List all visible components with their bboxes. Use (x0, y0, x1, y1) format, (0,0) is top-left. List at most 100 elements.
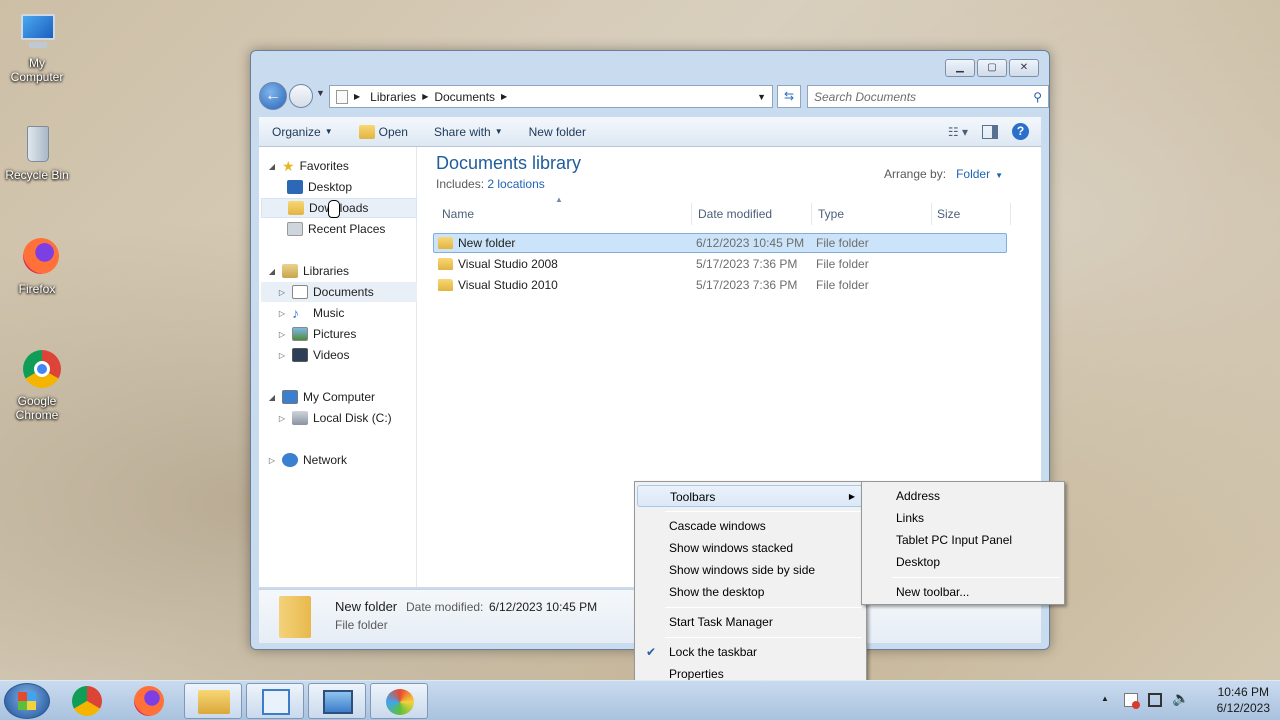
nav-music[interactable]: ▷ ♪ Music (277, 303, 433, 323)
column-header-date[interactable]: Date modified (692, 203, 812, 225)
back-button[interactable]: ← (259, 82, 287, 110)
start-button[interactable] (4, 683, 50, 719)
breadcrumb-sep-icon[interactable]: ▶ (501, 92, 507, 101)
taskbar-control-panel[interactable] (246, 683, 304, 719)
taskbar-paint[interactable] (370, 683, 428, 719)
search-placeholder: Search Documents (814, 90, 917, 104)
refresh-button[interactable]: ⇆ (777, 85, 801, 108)
music-icon: ♪ (292, 305, 299, 321)
expand-arrow-icon[interactable]: ▷ (277, 309, 287, 318)
sort-up-icon: ▲ (555, 195, 563, 204)
nav-documents[interactable]: ▷ Documents (261, 282, 417, 302)
desktop-icon-label: Firefox (18, 282, 56, 296)
downloads-folder-icon (288, 201, 304, 215)
expand-arrow-icon[interactable]: ▷ (277, 414, 287, 423)
nav-favorites[interactable]: ◢ ★ Favorites (267, 156, 423, 176)
nav-network[interactable]: ▷ Network (267, 450, 423, 470)
taskbar-chrome[interactable] (58, 683, 116, 719)
desktop-icon-my-computer[interactable]: My Computer (4, 10, 70, 84)
chrome-icon (15, 348, 61, 392)
breadcrumb-sep-icon[interactable]: ▶ (422, 92, 428, 101)
menu-item-stacked[interactable]: Show windows stacked (637, 537, 864, 559)
nav-videos[interactable]: ▷ Videos (277, 345, 433, 365)
control-panel-icon (262, 689, 290, 715)
menu-item-toolbars[interactable]: Toolbars ▶ (637, 485, 864, 507)
organize-label: Organize (272, 124, 321, 139)
details-type: File folder (335, 618, 388, 632)
expand-arrow-icon[interactable]: ▷ (277, 351, 287, 360)
expand-arrow-icon[interactable]: ◢ (267, 393, 277, 402)
file-row[interactable]: Visual Studio 2008 5/17/2023 7:36 PM File … (433, 254, 1007, 274)
forward-button[interactable] (289, 84, 313, 108)
file-row[interactable]: Visual Studio 2010 5/17/2023 7:36 PM File … (433, 275, 1007, 295)
menu-item-lock-taskbar[interactable]: ✔ Lock the taskbar (637, 641, 864, 663)
taskbar-firefox[interactable] (120, 683, 178, 719)
show-hidden-icons-icon[interactable]: ▲ (1101, 694, 1109, 703)
volume-muted-icon[interactable]: 🔈 (1172, 690, 1189, 707)
submenu-item-address[interactable]: Address (864, 485, 1062, 507)
share-with-button[interactable]: Share with ▼ (421, 117, 516, 146)
nav-local-disk[interactable]: ▷ Local Disk (C:) (277, 408, 433, 428)
taskbar-screenshot[interactable] (308, 683, 366, 719)
nav-pictures[interactable]: ▷ Pictures (277, 324, 433, 344)
taskbar-explorer[interactable] (184, 683, 242, 719)
address-dropdown-icon[interactable]: ▼ (757, 92, 766, 102)
menu-item-show-desktop[interactable]: Show the desktop (637, 581, 864, 603)
expand-arrow-icon[interactable]: ▷ (277, 288, 287, 297)
expand-arrow-icon[interactable]: ▷ (267, 456, 277, 465)
desktop-icon-label: Recycle Bin (5, 168, 69, 182)
nav-label: Videos (313, 348, 350, 362)
column-header-name[interactable]: Name (436, 203, 692, 225)
documents-icon (292, 285, 308, 299)
clock[interactable]: 10:46 PM 6/12/2023 (1217, 684, 1270, 716)
submenu-item-desktop[interactable]: Desktop (864, 551, 1062, 573)
folder-path-icon (336, 89, 348, 104)
preview-pane-icon[interactable] (982, 124, 998, 139)
file-row[interactable]: New folder 6/12/2023 10:45 PM File folder (433, 233, 1007, 253)
nav-label: Desktop (308, 180, 353, 194)
network-tray-icon[interactable] (1148, 693, 1162, 707)
address-bar[interactable]: ▶ Libraries ▶ Documents ▶ ▼ (329, 85, 773, 108)
menu-item-cascade[interactable]: Cascade windows (637, 515, 864, 537)
submenu-item-new-toolbar[interactable]: New toolbar... (864, 581, 1062, 603)
new-folder-button[interactable]: New folder (516, 117, 599, 146)
open-button[interactable]: Open (346, 117, 421, 146)
arrange-value-dropdown[interactable]: Folder (956, 167, 990, 181)
desktop-icon-chrome[interactable]: Google Chrome (4, 348, 70, 422)
help-icon[interactable]: ? (1012, 123, 1029, 140)
minimize-button[interactable]: ▁ (945, 59, 975, 77)
menu-label: Toolbars (670, 490, 716, 504)
breadcrumb-libraries[interactable]: Libraries (370, 90, 416, 104)
desktop-icon-firefox[interactable]: Firefox (4, 236, 70, 296)
close-button[interactable]: ✕ (1009, 59, 1039, 77)
nav-my-computer[interactable]: ◢ My Computer (267, 387, 423, 407)
expand-arrow-icon[interactable]: ▷ (277, 330, 287, 339)
screenshot-icon (323, 690, 353, 714)
submenu-item-links[interactable]: Links (864, 507, 1062, 529)
menu-item-side-by-side[interactable]: Show windows side by side (637, 559, 864, 581)
submenu-item-tablet[interactable]: Tablet PC Input Panel (864, 529, 1062, 551)
menu-separator (665, 511, 862, 512)
expand-arrow-icon[interactable]: ◢ (267, 267, 277, 276)
breadcrumb-sep-icon[interactable]: ▶ (354, 92, 360, 101)
nav-libraries[interactable]: ◢ Libraries (267, 261, 423, 281)
menu-item-task-manager[interactable]: Start Task Manager (637, 611, 864, 633)
recent-pages-chevron-icon[interactable]: ▼ (316, 88, 325, 98)
desktop-icon-label: My Computer (10, 56, 64, 84)
chevron-down-icon[interactable]: ▼ (995, 171, 1003, 180)
menu-separator (665, 607, 862, 608)
view-options-icon[interactable]: ☷ ▾ (948, 125, 968, 139)
nav-label: Music (313, 306, 345, 320)
organize-button[interactable]: Organize ▼ (259, 117, 346, 146)
maximize-button[interactable]: ▢ (977, 59, 1007, 77)
local-disk-icon (292, 411, 308, 425)
taskbar: ▲ 🔈 10:46 PM 6/12/2023 (0, 680, 1280, 720)
desktop-icon-recycle-bin[interactable]: Recycle Bin (4, 122, 70, 182)
action-center-icon[interactable] (1124, 693, 1140, 709)
column-header-type[interactable]: Type (812, 203, 932, 225)
column-header-size[interactable]: Size (931, 203, 1011, 225)
search-input[interactable]: Search Documents ⚲ (807, 85, 1049, 108)
expand-arrow-icon[interactable]: ◢ (267, 162, 277, 171)
includes-link[interactable]: 2 locations (487, 177, 544, 191)
breadcrumb-documents[interactable]: Documents (434, 90, 495, 104)
